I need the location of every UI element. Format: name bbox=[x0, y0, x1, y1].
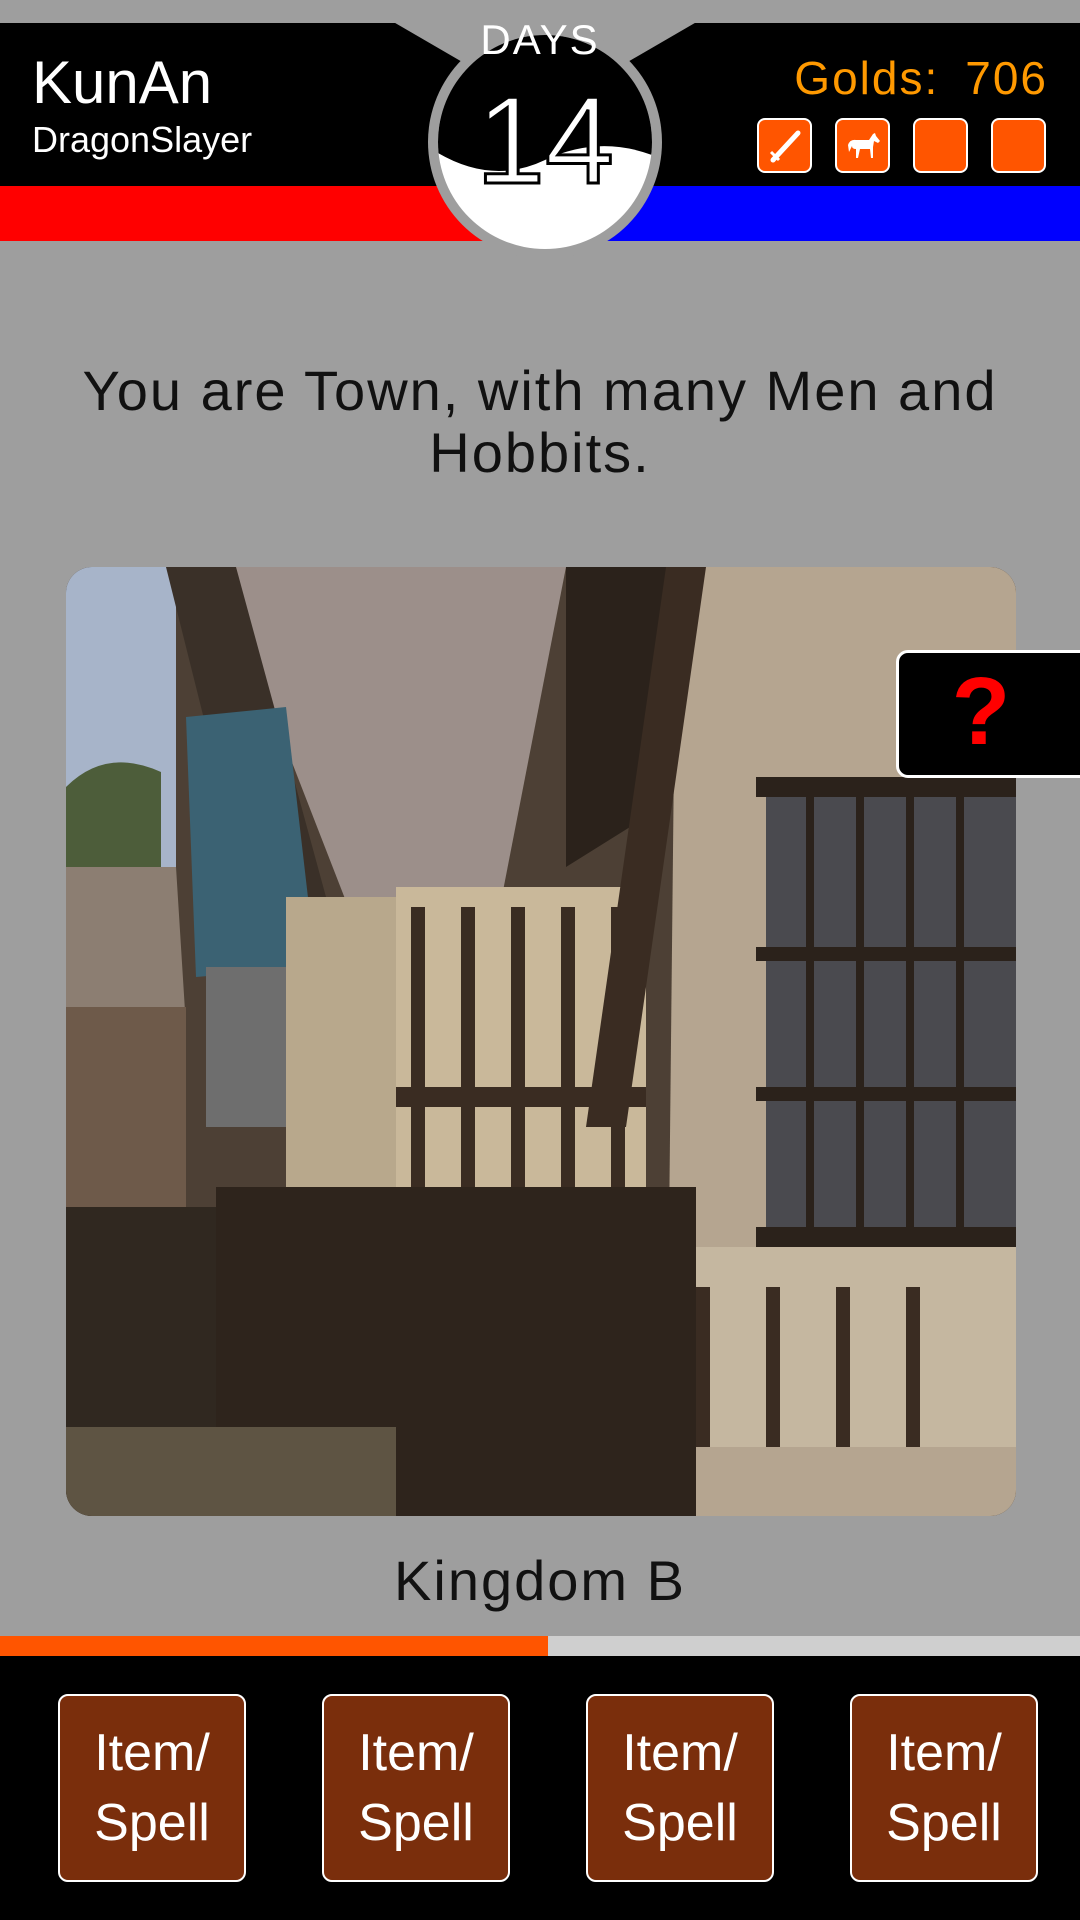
item-spell-button[interactable]: Item/ Spell bbox=[850, 1694, 1038, 1882]
progress-bar bbox=[0, 1636, 1080, 1656]
equipment-slot-empty[interactable] bbox=[913, 118, 968, 173]
player-title: DragonSlayer bbox=[32, 119, 253, 160]
progress-fill bbox=[0, 1636, 548, 1656]
item-spell-button[interactable]: Item/ Spell bbox=[586, 1694, 774, 1882]
equipment-slots bbox=[757, 118, 1046, 173]
equipment-slot-mount[interactable] bbox=[835, 118, 890, 173]
help-button[interactable]: ? bbox=[896, 650, 1080, 778]
location-scene-image bbox=[66, 567, 1016, 1516]
location-message: You are Town, with many Men and Hobbits. bbox=[82, 359, 998, 484]
item-spell-button[interactable]: Item/ Spell bbox=[322, 1694, 510, 1882]
days-label: DAYS bbox=[480, 16, 600, 63]
days-count: 14 bbox=[475, 72, 616, 210]
sword-icon bbox=[769, 130, 800, 162]
location-name: Kingdom B bbox=[394, 1549, 686, 1612]
item-spell-button[interactable]: Item/ Spell bbox=[58, 1694, 246, 1882]
equipment-slot-weapon[interactable] bbox=[757, 118, 812, 173]
equipment-slot-empty[interactable] bbox=[991, 118, 1046, 173]
horse-icon bbox=[847, 132, 880, 158]
